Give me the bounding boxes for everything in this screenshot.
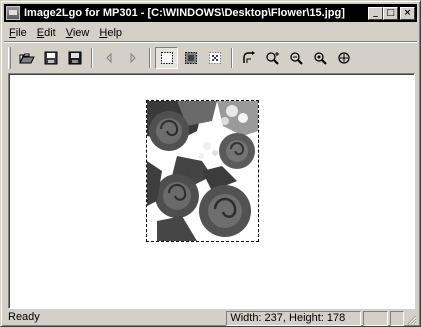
previous-button[interactable]	[97, 47, 120, 69]
dither-pattern-button[interactable]	[203, 47, 226, 69]
toolbar-separator	[149, 47, 151, 68]
zoom-fit-button[interactable]	[333, 47, 356, 69]
zoom-in-button[interactable]	[261, 47, 284, 69]
image-canvas[interactable]	[8, 73, 415, 309]
crop-fill-icon	[184, 51, 197, 64]
app-window: Image2Lgo for MP301 - [C:\WINDOWS\Deskto…	[0, 0, 421, 327]
title-bar[interactable]: Image2Lgo for MP301 - [C:\WINDOWS\Deskto…	[4, 4, 417, 22]
status-bar: Ready Width: 237, Height: 178	[4, 311, 417, 326]
status-pane-empty	[362, 311, 389, 326]
crop-fill-button[interactable]	[179, 47, 202, 69]
zoom-actual-icon	[313, 51, 327, 65]
menu-edit[interactable]: Edit	[32, 27, 61, 39]
menu-edit-hotkey: E	[36, 26, 45, 39]
menu-edit-label: dit	[44, 26, 56, 39]
maximize-button[interactable]: □	[383, 6, 398, 20]
menu-help-label: elp	[107, 26, 123, 39]
menu-separator	[4, 41, 417, 43]
menu-file-hotkey: F	[9, 26, 16, 39]
caption-buttons: _ □ ×	[368, 6, 415, 20]
open-folder-icon	[18, 53, 35, 63]
close-button[interactable]: ×	[400, 6, 415, 20]
image-selection-frame[interactable]	[146, 100, 259, 242]
save-icon	[44, 51, 57, 64]
next-button[interactable]	[121, 47, 144, 69]
rotate-button[interactable]	[237, 47, 260, 69]
status-dimensions: Width: 237, Height: 178	[226, 311, 361, 326]
save-button[interactable]	[39, 47, 62, 69]
flower-photo	[147, 101, 258, 241]
menu-file[interactable]: File	[4, 27, 32, 39]
select-frame-icon	[160, 51, 173, 64]
previous-icon	[105, 52, 111, 63]
toolbar	[4, 44, 417, 71]
toolbar-grip[interactable]	[8, 46, 11, 69]
select-frame-button[interactable]	[155, 46, 178, 69]
zoom-actual-button[interactable]	[309, 47, 332, 69]
save-as-button[interactable]	[63, 47, 86, 69]
menu-help[interactable]: Help	[94, 27, 127, 39]
zoom-in-icon	[265, 51, 279, 65]
rotate-icon	[242, 50, 255, 63]
menu-view-label: iew	[72, 26, 90, 39]
menu-view-hotkey: V	[65, 26, 73, 39]
next-icon	[130, 52, 136, 63]
menu-view[interactable]: View	[61, 27, 95, 39]
zoom-out-icon	[289, 51, 303, 65]
dither-pattern-icon	[208, 51, 221, 64]
save-as-icon	[68, 51, 81, 64]
minimize-button[interactable]: _	[368, 6, 383, 20]
toolbar-separator	[91, 47, 93, 68]
zoom-fit-icon	[337, 51, 350, 64]
toolbar-separator	[231, 47, 233, 68]
menu-file-label: ile	[15, 26, 27, 39]
resize-grip-icon[interactable]	[405, 313, 417, 325]
status-pane-empty	[390, 311, 404, 326]
menu-bar: File Edit View Help	[4, 24, 417, 41]
window-title: Image2Lgo for MP301 - [C:\WINDOWS\Deskto…	[24, 7, 345, 19]
open-button[interactable]	[15, 47, 38, 69]
status-message: Ready	[8, 311, 40, 323]
zoom-out-button[interactable]	[285, 47, 308, 69]
app-icon[interactable]	[6, 6, 20, 20]
